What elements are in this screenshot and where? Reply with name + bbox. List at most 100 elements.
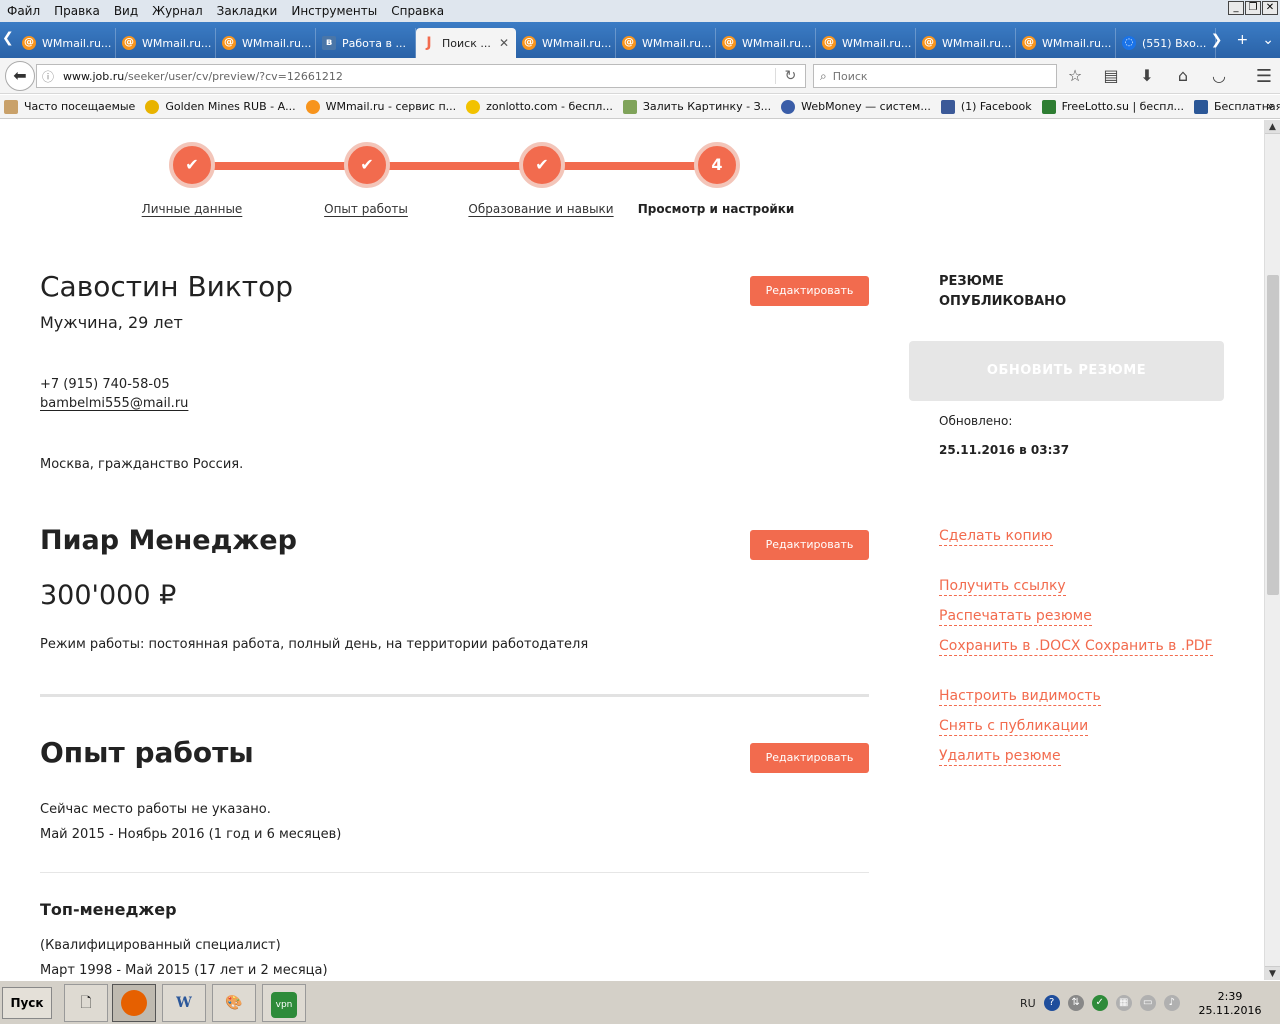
clock-time: 2:39: [1217, 990, 1243, 1003]
bookmark-webmoney[interactable]: WebMoney — систем...: [781, 99, 931, 114]
tab-wmmail-6[interactable]: @ WMmail.ru...: [716, 28, 816, 58]
golden-mines-icon: [145, 99, 160, 114]
bookmark-wmmail[interactable]: WMmail.ru - сервис п...: [305, 99, 456, 114]
minimize-icon[interactable]: _: [1228, 1, 1244, 15]
home-icon[interactable]: ⌂: [1172, 66, 1194, 86]
wmmail-icon: @: [222, 36, 236, 50]
menu-view[interactable]: Вид: [107, 4, 145, 18]
bookmark-label: Залить Картинку - З...: [642, 100, 772, 113]
tab-wmmail-5[interactable]: @ WMmail.ru...: [616, 28, 716, 58]
pocket-icon[interactable]: ◡: [1208, 66, 1230, 86]
tab-wmmail-2[interactable]: @ WMmail.ru...: [116, 28, 216, 58]
tab-scroll-left-icon[interactable]: ❮: [2, 30, 14, 46]
taskbar-word-icon[interactable]: W: [162, 984, 206, 1022]
step-experience-link[interactable]: Опыт работы: [324, 202, 408, 216]
menu-edit[interactable]: Правка: [47, 4, 107, 18]
step-2-complete[interactable]: ✔: [344, 142, 390, 188]
reading-list-icon[interactable]: ▤: [1100, 66, 1122, 86]
taskbar-paint-icon[interactable]: 🎨: [212, 984, 256, 1022]
tab-wmmail-3[interactable]: @ WMmail.ru...: [216, 28, 316, 58]
hamburger-menu-icon[interactable]: ☰: [1256, 66, 1272, 87]
bookmark-golden-mines[interactable]: Golden Mines RUB - А...: [145, 99, 296, 114]
page-scrollbar[interactable]: ▲ ▼: [1264, 120, 1280, 980]
url-text[interactable]: www.job.ru/seeker/user/cv/preview/?cv=12…: [59, 70, 775, 83]
help-icon[interactable]: ?: [1043, 995, 1060, 1011]
taskbar-vpn-icon[interactable]: vpn: [262, 984, 306, 1022]
tab-label: Работа в ...: [342, 36, 407, 50]
back-button[interactable]: ⬅: [5, 61, 35, 91]
tab-vk-jobs[interactable]: в Работа в ...: [316, 28, 416, 58]
search-box[interactable]: ⌕: [813, 64, 1057, 88]
taskbar: Пуск 🗋 W 🎨 vpn RU ? ⇅ ✓ ▦ ▭ ♪ 2:39 25.11…: [0, 980, 1280, 1024]
new-tab-icon[interactable]: +: [1237, 32, 1249, 48]
bookmark-zonlotto[interactable]: zonlotto.com - беспл...: [466, 99, 613, 114]
bookmark-freelotto[interactable]: FreeLotto.su | беспл...: [1041, 99, 1184, 114]
step-1-complete[interactable]: ✔: [169, 142, 215, 188]
search-input[interactable]: [832, 69, 1033, 83]
edit-personal-button[interactable]: Редактировать: [750, 276, 869, 306]
bookmark-star-icon[interactable]: ☆: [1064, 66, 1086, 86]
download-icon[interactable]: ⬇: [1136, 66, 1158, 86]
print-resume-link[interactable]: Распечатать резюме: [939, 607, 1092, 626]
bookmark-label: FreeLotto.su | беспл...: [1061, 100, 1184, 113]
save-docx-pdf-link[interactable]: Сохранить в .DOCX Сохранить в .PDF: [939, 637, 1213, 656]
edit-position-button[interactable]: Редактировать: [750, 530, 869, 560]
bookmark-most-visited[interactable]: Часто посещаемые: [4, 99, 135, 114]
scroll-up-icon[interactable]: ▲: [1265, 120, 1280, 134]
address-bar[interactable]: ⓘ www.job.ru/seeker/user/cv/preview/?cv=…: [36, 64, 806, 88]
scroll-down-icon[interactable]: ▼: [1265, 966, 1280, 980]
tab-inbox[interactable]: ◌ (551) Вхо...: [1116, 28, 1216, 58]
wmmail-icon: @: [722, 36, 736, 50]
tab-scroll-right-icon[interactable]: ❯: [1211, 32, 1223, 48]
tab-wmmail-4[interactable]: @ WMmail.ru...: [516, 28, 616, 58]
bookmark-facebook[interactable]: (1) Facebook: [940, 99, 1032, 114]
edit-experience-button[interactable]: Редактировать: [750, 743, 869, 773]
job-title: Топ-менеджер: [40, 900, 177, 919]
visibility-settings-link[interactable]: Настроить видимость: [939, 687, 1101, 706]
language-indicator[interactable]: RU: [1020, 997, 1036, 1010]
get-link-link[interactable]: Получить ссылку: [939, 577, 1066, 596]
tab-wmmail-9[interactable]: @ WMmail.ru...: [1016, 28, 1116, 58]
bookmark-image-upload[interactable]: Залить Картинку - З...: [622, 99, 772, 114]
scrollbar-thumb[interactable]: [1267, 275, 1279, 595]
step-preview-label: Просмотр и настройки: [637, 202, 795, 216]
tab-label: WMmail.ru...: [642, 36, 712, 50]
close-icon[interactable]: ✕: [1262, 1, 1278, 15]
clock-date: 25.11.2016: [1198, 1004, 1262, 1017]
tab-job-search[interactable]: J Поиск ... ✕: [416, 28, 516, 58]
menu-bookmarks[interactable]: Закладки: [210, 4, 285, 18]
bookmark-label: Golden Mines RUB - А...: [165, 100, 296, 113]
tab-bar-controls: ❯ + ⌄: [1211, 32, 1274, 48]
email-link[interactable]: bambelmi555@mail.ru: [40, 396, 188, 411]
unpublish-link[interactable]: Снять с публикации: [939, 717, 1089, 736]
tab-wmmail-1[interactable]: @ WMmail.ru...: [16, 28, 116, 58]
tab-wmmail-7[interactable]: @ WMmail.ru...: [816, 28, 916, 58]
info-icon[interactable]: ⓘ: [37, 68, 59, 85]
network-icon[interactable]: ▦: [1115, 995, 1132, 1011]
taskbar-firefox-icon[interactable]: [112, 984, 156, 1022]
close-tab-icon[interactable]: ✕: [499, 36, 509, 50]
tab-list-icon[interactable]: ⌄: [1262, 32, 1274, 48]
restore-icon[interactable]: ❐: [1245, 1, 1261, 15]
step-3-complete[interactable]: ✔: [519, 142, 565, 188]
updated-label: Обновлено:: [939, 414, 1013, 428]
step-education-link[interactable]: Образование и навыки: [468, 202, 613, 216]
bookmarks-overflow-icon[interactable]: »: [1267, 99, 1274, 113]
menu-history[interactable]: Журнал: [145, 4, 210, 18]
tray-expand-icon[interactable]: ⇅: [1067, 995, 1084, 1011]
make-copy-link[interactable]: Сделать копию: [939, 527, 1053, 546]
start-button[interactable]: Пуск: [2, 987, 52, 1019]
delete-resume-link[interactable]: Удалить резюме: [939, 747, 1061, 766]
step-personal-data-link[interactable]: Личные данные: [142, 202, 243, 216]
update-resume-button[interactable]: ОБНОВИТЬ РЕЗЮМЕ: [909, 341, 1224, 401]
menu-file[interactable]: Файл: [0, 4, 47, 18]
menu-tools[interactable]: Инструменты: [284, 4, 384, 18]
tab-wmmail-8[interactable]: @ WMmail.ru...: [916, 28, 1016, 58]
taskbar-file-icon[interactable]: 🗋: [64, 984, 108, 1022]
reload-icon[interactable]: ↻: [775, 68, 805, 84]
volume-icon[interactable]: ♪: [1163, 995, 1180, 1011]
antivirus-shield-icon[interactable]: ✓: [1091, 995, 1108, 1011]
display-icon[interactable]: ▭: [1139, 995, 1156, 1011]
system-clock[interactable]: 2:39 25.11.2016: [1196, 990, 1264, 1018]
menu-help[interactable]: Справка: [384, 4, 451, 18]
